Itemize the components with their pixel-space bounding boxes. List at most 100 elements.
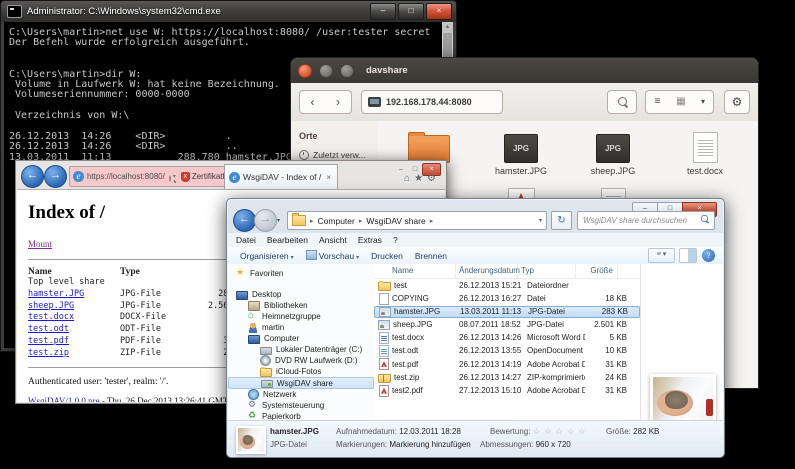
minimize-button[interactable]: – bbox=[394, 166, 408, 173]
search-button[interactable] bbox=[607, 90, 637, 114]
certificate-error-icon[interactable]: x bbox=[181, 172, 190, 182]
column-type[interactable]: Typ bbox=[518, 264, 576, 278]
details-filename: hamster.JPG bbox=[270, 427, 319, 436]
settings-icon[interactable]: ⚙ bbox=[427, 173, 440, 184]
sidebar-item[interactable]: martin bbox=[228, 322, 374, 333]
forward-button[interactable]: → bbox=[44, 165, 67, 188]
minimize-button[interactable]: – bbox=[370, 3, 396, 20]
address-bar[interactable]: e https://localhost:8080/ ▾ x Zertifikat… bbox=[69, 166, 230, 187]
browser-tab[interactable]: e WsgiDAV - Index of / × bbox=[224, 164, 338, 189]
menu-item-datei[interactable]: Datei bbox=[236, 235, 256, 245]
ie-menu-icons[interactable]: ⌂★⚙ bbox=[404, 173, 440, 184]
file-row[interactable]: COPYING 26.12.2013 16:27 Datei 18 KB bbox=[374, 292, 640, 305]
sidebar-item[interactable]: Heimnetzgruppe bbox=[228, 311, 374, 322]
sidebar-item[interactable]: Papierkorb bbox=[228, 411, 374, 420]
file-link[interactable]: test.docx bbox=[28, 312, 74, 322]
tab-close-icon[interactable]: × bbox=[324, 173, 333, 182]
forward-button[interactable]: → bbox=[254, 209, 277, 232]
close-button[interactable]: × bbox=[426, 3, 452, 20]
change-view-button[interactable]: ≡ ▾ bbox=[648, 248, 675, 263]
preview-pane-toggle[interactable] bbox=[679, 248, 697, 263]
rating-stars[interactable]: ☆ ☆ ☆ ☆ ☆ bbox=[533, 427, 587, 436]
sidebar-item[interactable]: Favoriten bbox=[228, 268, 374, 279]
file-row[interactable]: test 26.12.2013 15:21 Dateiordner bbox=[374, 279, 640, 292]
file-icon bbox=[378, 374, 391, 383]
url-text[interactable]: https://localhost:8080/ bbox=[87, 172, 165, 181]
mount-link[interactable]: Mount bbox=[28, 239, 52, 249]
sidebar-item[interactable]: iCloud-Fotos bbox=[228, 366, 374, 377]
help-icon[interactable]: ? bbox=[702, 249, 715, 262]
file-row[interactable]: test.zip 26.12.2013 14:27 ZIP-komprimier… bbox=[374, 371, 640, 384]
maximize-button[interactable] bbox=[340, 64, 354, 78]
file-link[interactable]: test.pdf bbox=[28, 336, 69, 346]
menu-item-hilfe[interactable]: ? bbox=[393, 235, 398, 245]
back-button[interactable]: ‹ bbox=[299, 90, 326, 114]
preview-button[interactable]: Vorschau▾ bbox=[306, 250, 359, 261]
organize-button[interactable]: Organisieren▾ bbox=[240, 251, 294, 261]
burn-button[interactable]: Brennen bbox=[415, 251, 447, 261]
minimize-button[interactable] bbox=[319, 64, 333, 78]
file-row[interactable]: test.docx 26.12.2013 14:26 Microsoft Wor… bbox=[374, 331, 640, 344]
sidebar-item[interactable]: DVD RW Laufwerk (D:) bbox=[228, 355, 374, 366]
forward-button[interactable]: › bbox=[325, 90, 352, 114]
maximize-button[interactable]: □ bbox=[408, 166, 422, 173]
view-options-dropdown[interactable]: ▾ bbox=[693, 90, 714, 114]
breadcrumb-computer[interactable]: Computer bbox=[318, 216, 355, 226]
breadcrumb-share[interactable]: WsgiDAV share bbox=[366, 216, 425, 226]
wsgidav-link[interactable]: WsgiDAV/1.0.0.pre bbox=[28, 396, 100, 402]
location-button[interactable]: 192.168.178.44:8080 bbox=[361, 90, 503, 114]
nautilus-titlebar[interactable]: davshare bbox=[291, 58, 758, 83]
sidebar-item[interactable]: Desktop bbox=[228, 289, 374, 300]
home-icon[interactable]: ⌂ bbox=[404, 173, 414, 184]
gear-menu-button[interactable]: ⚙ bbox=[724, 90, 750, 114]
cmd-icon bbox=[7, 5, 22, 18]
sidebar-item[interactable]: WsgiDAV share bbox=[228, 377, 374, 389]
file-icon bbox=[379, 307, 391, 317]
file-type: ZIP-komprimierte... bbox=[524, 373, 585, 382]
file-row[interactable]: test.odt 26.12.2013 13:55 OpenDocument T… bbox=[374, 344, 640, 357]
cmd-titlebar[interactable]: Administrator: C:\Windows\system32\cmd.e… bbox=[1, 1, 456, 22]
breadcrumb[interactable]: ▸ Computer ▸ WsgiDAV share ▸ ▾ bbox=[287, 211, 547, 230]
back-button[interactable]: ← bbox=[21, 165, 44, 188]
file-row[interactable]: hamster.JPG 13.03.2011 11:13 JPG-Datei 2… bbox=[374, 306, 640, 318]
file-label: test.docx bbox=[659, 166, 751, 176]
file-link[interactable]: sheep.JPG bbox=[28, 301, 74, 311]
file-row[interactable]: test2.pdf 27.12.2013 15:10 Adobe Acrobat… bbox=[374, 384, 640, 397]
column-name[interactable]: Name bbox=[374, 264, 456, 278]
sidebar-item[interactable]: Lokaler Datenträger (C:) bbox=[228, 344, 374, 355]
refresh-button[interactable]: ↻ bbox=[551, 211, 572, 230]
file-item[interactable]: sheep.JPG bbox=[567, 131, 659, 185]
list-view-button[interactable]: ≡ bbox=[645, 90, 670, 114]
close-button[interactable] bbox=[298, 64, 312, 78]
preview-icon bbox=[306, 250, 317, 260]
favorites-icon[interactable]: ★ bbox=[414, 173, 427, 184]
file-item[interactable]: hamster.JPG bbox=[475, 131, 567, 185]
address-dropdown-icon[interactable]: ▾ bbox=[539, 217, 542, 224]
sidebar-item[interactable]: Bibliotheken bbox=[228, 300, 374, 311]
file-row[interactable]: sheep.JPG 08.07.2011 18:52 JPG-Datei 2.5… bbox=[374, 318, 640, 331]
search-icon[interactable] bbox=[169, 175, 170, 181]
sidebar-item[interactable]: Computer bbox=[228, 333, 374, 344]
file-link[interactable]: test.zip bbox=[28, 348, 69, 358]
file-link[interactable]: test.odt bbox=[28, 324, 69, 334]
menu-item-bearbeiten[interactable]: Bearbeiten bbox=[267, 235, 308, 245]
sidebar-item[interactable]: Netzwerk bbox=[228, 389, 374, 400]
chevron-down-icon[interactable]: ▾ bbox=[173, 173, 176, 180]
file-link[interactable]: hamster.JPG bbox=[28, 289, 84, 299]
history-dropdown-icon[interactable]: ▾ bbox=[277, 217, 280, 224]
sidebar-item[interactable]: Systemsteuerung bbox=[228, 400, 374, 411]
maximize-button[interactable]: □ bbox=[398, 3, 424, 20]
grid-view-button[interactable]: ▦ bbox=[669, 90, 694, 114]
back-button[interactable]: ← bbox=[233, 209, 256, 232]
file-name: hamster.JPG bbox=[394, 307, 440, 316]
file-row[interactable]: test.pdf 26.12.2013 14:19 Adobe Acrobat … bbox=[374, 357, 640, 370]
column-size[interactable]: Größe bbox=[576, 264, 618, 278]
column-date[interactable]: Änderungsdatum bbox=[456, 264, 518, 278]
scroll-up-icon[interactable]: ▲ bbox=[442, 22, 453, 33]
add-tag-link[interactable]: Markierung hinzufügen bbox=[389, 440, 470, 449]
search-box[interactable]: WsgiDAV share durchsuchen bbox=[577, 211, 715, 230]
menu-item-ansicht[interactable]: Ansicht bbox=[319, 235, 347, 245]
menu-item-extras[interactable]: Extras bbox=[358, 235, 382, 245]
print-button[interactable]: Drucken bbox=[371, 251, 403, 261]
file-item[interactable]: test.docx bbox=[659, 131, 751, 185]
